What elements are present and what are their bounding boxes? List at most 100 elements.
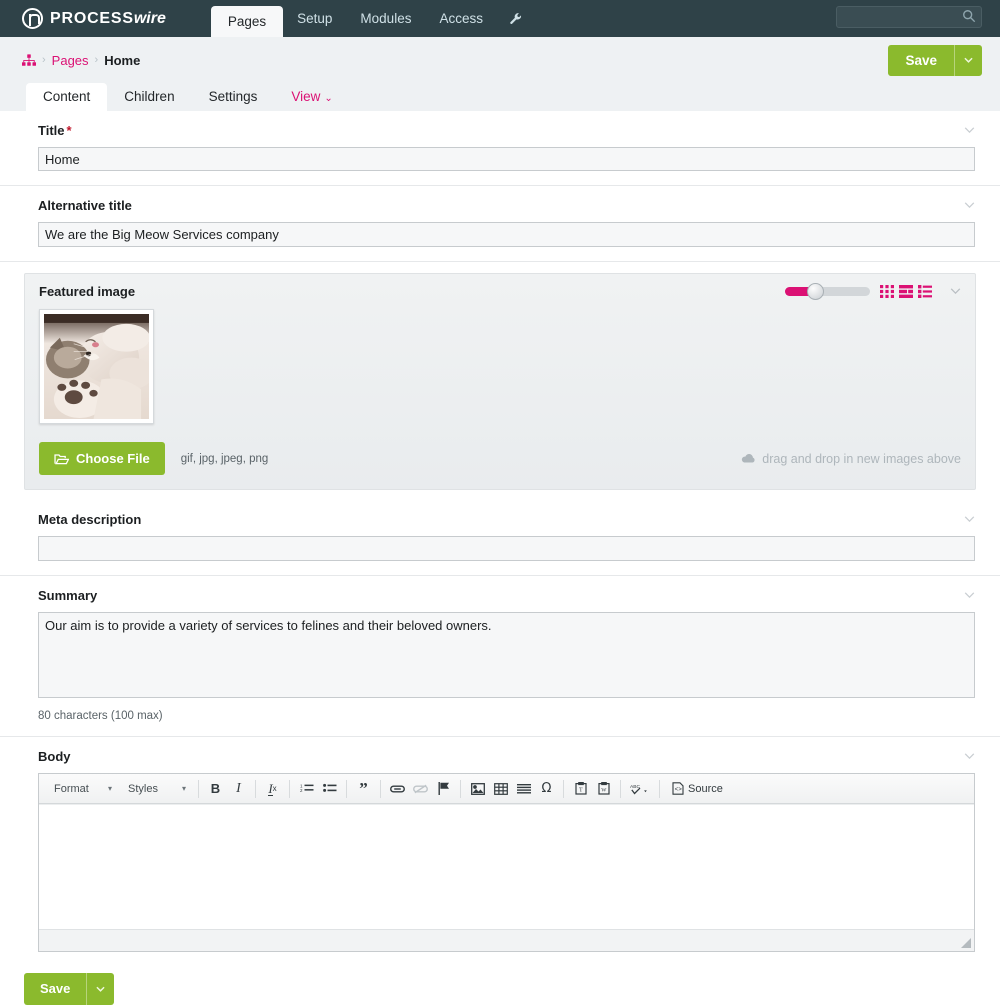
choose-file-group: Choose File gif, jpg, jpeg, png xyxy=(39,442,268,475)
editor-status-bar xyxy=(39,929,974,951)
remove-format-icon[interactable]: Ix xyxy=(262,779,283,799)
tab-content[interactable]: Content xyxy=(26,83,108,111)
format-dropdown[interactable]: Format ▾ xyxy=(45,779,117,799)
thumbnail-size-slider[interactable] xyxy=(785,283,870,300)
field-summary-label: Summary xyxy=(38,588,98,603)
collapse-chevron-icon-alt-title[interactable] xyxy=(956,200,975,211)
slider-handle[interactable] xyxy=(807,283,825,300)
svg-text:2: 2 xyxy=(300,788,303,793)
page-tabs: Content Children Settings View ⌄ xyxy=(0,83,1000,111)
field-title-label-text: Title xyxy=(38,123,65,138)
nav-item-pages[interactable]: Pages xyxy=(210,6,284,37)
blockquote-icon[interactable]: ” xyxy=(353,779,374,799)
paste-word-icon[interactable]: W xyxy=(593,779,614,799)
save-button-top[interactable]: Save xyxy=(888,44,982,76)
bold-icon[interactable]: B xyxy=(205,779,226,799)
save-button-label: Save xyxy=(905,52,937,68)
folder-open-icon xyxy=(54,453,69,464)
search-box[interactable] xyxy=(836,6,982,28)
field-body-label: Body xyxy=(38,749,71,764)
italic-icon[interactable]: I xyxy=(228,779,249,799)
bulleted-list-icon[interactable] xyxy=(319,779,340,799)
toolbar-separator-9 xyxy=(659,779,660,798)
featured-image-tools xyxy=(785,283,961,300)
list-view-icon[interactable] xyxy=(899,285,913,298)
drag-drop-hint: drag and drop in new images above xyxy=(741,452,961,466)
search-input[interactable] xyxy=(836,6,982,28)
featured-image-header: Featured image xyxy=(39,283,961,300)
collapse-chevron-icon-meta-description[interactable] xyxy=(956,514,975,525)
form-content: Title* Alternative title Featured image xyxy=(0,111,1000,1005)
logo-text: PROCESSwire xyxy=(50,10,166,28)
choose-file-label: Choose File xyxy=(76,451,150,466)
choose-file-button[interactable]: Choose File xyxy=(39,442,165,475)
breadcrumb-bar: › Pages › Home Save xyxy=(0,37,1000,83)
processwire-p-logo-icon xyxy=(22,8,43,29)
field-title-header: Title * xyxy=(38,123,975,138)
grid-view-icon[interactable] xyxy=(880,285,894,298)
field-meta-description-header: Meta description xyxy=(38,512,975,527)
rich-text-editor: Format ▾ Styles ▾ B I Ix 1 2 ” Ω T W ABC… xyxy=(38,773,975,952)
summary-textarea[interactable] xyxy=(38,612,975,698)
link-icon[interactable] xyxy=(387,779,408,799)
main-nav: Pages Setup Modules Access xyxy=(210,0,535,37)
resize-grip-icon[interactable] xyxy=(961,938,971,948)
special-character-icon[interactable]: Ω xyxy=(536,779,557,799)
logo[interactable]: PROCESSwire xyxy=(0,0,166,37)
toolbar-separator-6 xyxy=(460,779,461,798)
logo-text-main: PROCESS xyxy=(50,9,134,27)
source-button-label: Source xyxy=(688,782,723,795)
meta-description-input[interactable] xyxy=(38,536,975,561)
toolbar-separator-3 xyxy=(289,779,290,798)
collapse-chevron-icon-summary[interactable] xyxy=(956,590,975,601)
image-icon[interactable] xyxy=(467,779,488,799)
field-summary-header: Summary xyxy=(38,588,975,603)
collapse-chevron-icon-featured-image[interactable] xyxy=(942,286,961,297)
title-input[interactable] xyxy=(38,147,975,171)
field-title: Title * xyxy=(0,111,1000,186)
tab-settings[interactable]: Settings xyxy=(192,83,275,111)
field-featured-image-label: Featured image xyxy=(39,284,136,299)
tab-children[interactable]: Children xyxy=(107,83,191,111)
collapse-chevron-icon-body[interactable] xyxy=(956,751,975,762)
field-title-label: Title * xyxy=(38,123,72,138)
nav-item-access[interactable]: Access xyxy=(425,0,497,37)
alt-title-input[interactable] xyxy=(38,222,975,247)
nav-item-setup[interactable]: Setup xyxy=(283,0,346,37)
styles-dropdown[interactable]: Styles ▾ xyxy=(119,779,191,799)
toolbar-separator xyxy=(198,779,199,798)
breadcrumb-separator: › xyxy=(42,54,46,66)
toolbar-separator-8 xyxy=(620,779,621,798)
svg-text:W: W xyxy=(601,788,607,794)
source-button[interactable]: <> Source xyxy=(666,779,729,799)
save-dropdown-toggle[interactable] xyxy=(954,44,982,76)
nav-item-modules[interactable]: Modules xyxy=(346,0,425,37)
image-thumbnail[interactable] xyxy=(39,309,154,424)
chevron-down-icon: ⌄ xyxy=(324,93,333,104)
svg-text:T: T xyxy=(579,788,583,794)
compact-list-view-icon[interactable] xyxy=(918,285,932,298)
numbered-list-icon[interactable]: 1 2 xyxy=(296,779,317,799)
collapse-chevron-icon-title[interactable] xyxy=(956,125,975,136)
field-alt-title: Alternative title xyxy=(0,186,1000,262)
horizontal-rule-icon[interactable] xyxy=(513,779,534,799)
chevron-down-icon-format: ▾ xyxy=(107,784,112,793)
table-icon[interactable] xyxy=(490,779,511,799)
chevron-down-icon-styles: ▾ xyxy=(181,784,186,793)
breadcrumb-item-pages[interactable]: Pages xyxy=(52,53,89,68)
accepted-file-types: gif, jpg, jpeg, png xyxy=(180,452,269,465)
tab-view[interactable]: View ⌄ xyxy=(274,83,349,111)
sitemap-icon[interactable] xyxy=(22,53,36,67)
field-body: Body Format ▾ Styles ▾ B I I x 1 2 ” Ω T… xyxy=(0,737,1000,956)
toolbar-separator-7 xyxy=(563,779,564,798)
editor-toolbar: Format ▾ Styles ▾ B I Ix 1 2 ” Ω T W ABC… xyxy=(39,774,974,804)
breadcrumb-separator-2: › xyxy=(94,54,99,66)
spellcheck-icon[interactable]: ABC xyxy=(627,779,653,799)
paste-text-icon[interactable]: T xyxy=(570,779,591,799)
cloud-upload-icon xyxy=(742,453,755,463)
anchor-flag-icon[interactable] xyxy=(433,779,454,799)
unlink-icon[interactable] xyxy=(410,779,431,799)
editor-content-area[interactable] xyxy=(39,804,974,929)
wrench-icon[interactable] xyxy=(497,0,535,37)
image-thumbnail-list xyxy=(39,309,961,424)
